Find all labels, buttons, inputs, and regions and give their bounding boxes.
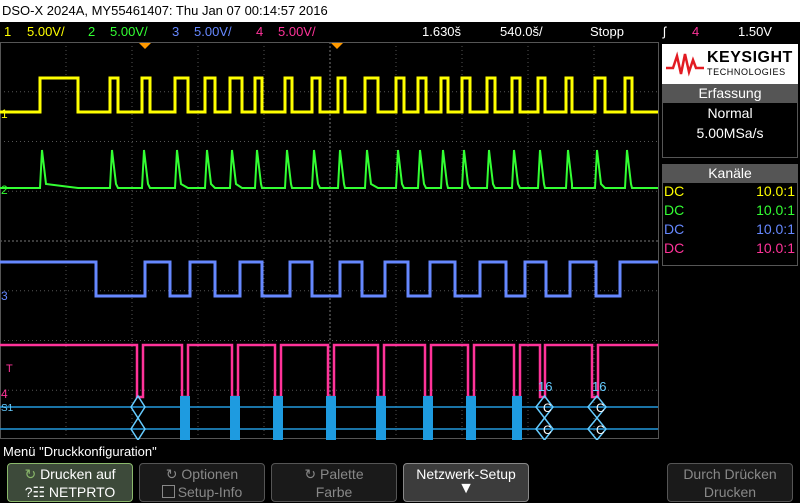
bus-symbol-3: C <box>543 423 552 437</box>
bus-packet <box>230 396 240 440</box>
bus-value-1: 16 <box>538 379 552 394</box>
logo-line1: KEYSIGHT <box>707 49 793 66</box>
ch2-waveform <box>0 149 658 189</box>
channel-row-4[interactable]: DC 10.0:1 <box>663 239 797 258</box>
logo-line2: TECHNOLOGIES <box>707 67 786 77</box>
cycle-icon: ↻ <box>165 466 178 482</box>
acquisition-mode: Normal <box>707 105 753 121</box>
ch3-coupling: DC <box>664 221 685 237</box>
press-to-print-button[interactable]: Durch Drücken Drucken <box>667 463 793 502</box>
sample-rate: 5.00MSa/s <box>696 125 764 141</box>
bus-packet <box>512 396 522 440</box>
options-label: Optionen <box>181 466 239 482</box>
ch4-number[interactable]: 4 <box>256 22 263 41</box>
ch3-number[interactable]: 3 <box>172 22 179 41</box>
bus-packet <box>180 396 190 440</box>
print-to-button[interactable]: ↻ Drucken auf ?☷ NETPRTO <box>7 463 133 502</box>
acquisition-box[interactable]: Normal 5.00MSa/s <box>662 102 798 158</box>
trigger-level-marker[interactable]: T <box>6 363 13 375</box>
time-scale[interactable]: 540.0š/ <box>500 22 543 41</box>
bus-symbol-2: C <box>596 401 605 415</box>
ch1-waveform <box>0 76 658 114</box>
channel-row-3[interactable]: DC 10.0:1 <box>663 220 797 239</box>
channel-row-2[interactable]: DC 10.0:1 <box>663 201 797 220</box>
ch1-scale[interactable]: 5.00V/ <box>27 22 65 41</box>
press-to-print-value: Drucken <box>703 484 757 500</box>
bus-packet <box>326 396 336 440</box>
ch1-ground-marker[interactable]: 1 <box>1 107 8 121</box>
keysight-wave-icon <box>666 51 704 77</box>
print-to-label: Drucken auf <box>40 466 116 482</box>
trigger-status: ʃ 4 1.50V <box>660 22 800 41</box>
channel-row-1[interactable]: DC 10.0:1 <box>663 182 797 201</box>
palette-label: Palette <box>320 466 364 482</box>
network-icon: ?☷ <box>24 484 46 500</box>
acquisition-header: Erfassung <box>662 84 798 102</box>
bus-packet <box>273 396 283 440</box>
time-reference-marker <box>331 43 343 49</box>
cycle-icon: ↻ <box>24 466 37 482</box>
bus-symbol-4: C <box>596 423 605 437</box>
ch3-ground-marker[interactable]: 3 <box>1 289 8 303</box>
channels-header: Kanäle <box>662 164 798 182</box>
options-button[interactable]: ↻ Optionen Setup-Info <box>139 463 265 502</box>
title-bar: DSO-X 2024A, MY55461407: Thu Jan 07 00:1… <box>0 0 800 22</box>
palette-value: Farbe <box>315 484 353 500</box>
setup-info-checkbox[interactable] <box>161 485 175 498</box>
ch3-waveform <box>0 260 658 298</box>
ch1-probe-ratio: 10.0:1 <box>756 183 795 199</box>
ch2-coupling: DC <box>664 202 685 218</box>
ch2-probe-ratio: 10.0:1 <box>756 202 795 218</box>
waveform-display: 1 2 3 T 4 S1 16 16 C C C C <box>0 42 660 440</box>
cycle-icon: ↻ <box>304 466 317 482</box>
channel-scale-bar: 1 5.00V/ 2 5.00V/ 3 5.00V/ 4 5.00V/ 1.63… <box>0 22 660 41</box>
setup-info-label: Setup-Info <box>177 484 243 500</box>
trigger-channel[interactable]: 4 <box>692 22 699 41</box>
menu-title-bar: Menü "Druckkonfiguration" <box>0 444 800 460</box>
print-to-value: NETPRTO <box>48 484 116 500</box>
instrument-title: DSO-X 2024A, MY55461407: Thu Jan 07 00:1… <box>2 3 328 18</box>
trigger-position-marker[interactable] <box>139 43 151 49</box>
ch3-scale[interactable]: 5.00V/ <box>194 22 232 41</box>
palette-button[interactable]: ↻ Palette Farbe <box>271 463 397 502</box>
trigger-level[interactable]: 1.50V <box>738 22 772 41</box>
ch2-scale[interactable]: 5.00V/ <box>110 22 148 41</box>
ch4-coupling: DC <box>664 240 685 256</box>
ch1-coupling: DC <box>664 183 685 199</box>
ch1-number[interactable]: 1 <box>4 22 11 41</box>
press-to-print-label: Durch Drücken <box>683 466 777 482</box>
ch4-probe-ratio: 10.0:1 <box>756 240 795 256</box>
trigger-edge-icon: ʃ <box>663 24 666 39</box>
run-state: Stopp <box>590 24 624 39</box>
bus-packet <box>423 396 433 440</box>
bus-packet <box>466 396 476 440</box>
ch4-ground-marker[interactable]: 4 <box>1 387 8 401</box>
time-delay[interactable]: 1.630š <box>422 22 461 41</box>
keysight-logo: KEYSIGHT TECHNOLOGIES <box>662 44 798 86</box>
ch2-ground-marker[interactable]: 2 <box>1 183 8 197</box>
down-arrow-icon: ▼ <box>458 480 474 497</box>
ch4-scale[interactable]: 5.00V/ <box>278 22 316 41</box>
ch4-waveform <box>0 343 658 399</box>
bus-value-2: 16 <box>592 379 606 394</box>
ch2-number[interactable]: 2 <box>88 22 95 41</box>
ch3-probe-ratio: 10.0:1 <box>756 221 795 237</box>
bus-symbol-1: C <box>543 401 552 415</box>
menu-title: Menü "Druckkonfiguration" <box>3 444 157 459</box>
network-setup-button[interactable]: Netzwerk-Setup ▼ <box>403 463 529 502</box>
bus-packet <box>376 396 386 440</box>
serial-bus-marker[interactable]: S1 <box>1 403 14 414</box>
